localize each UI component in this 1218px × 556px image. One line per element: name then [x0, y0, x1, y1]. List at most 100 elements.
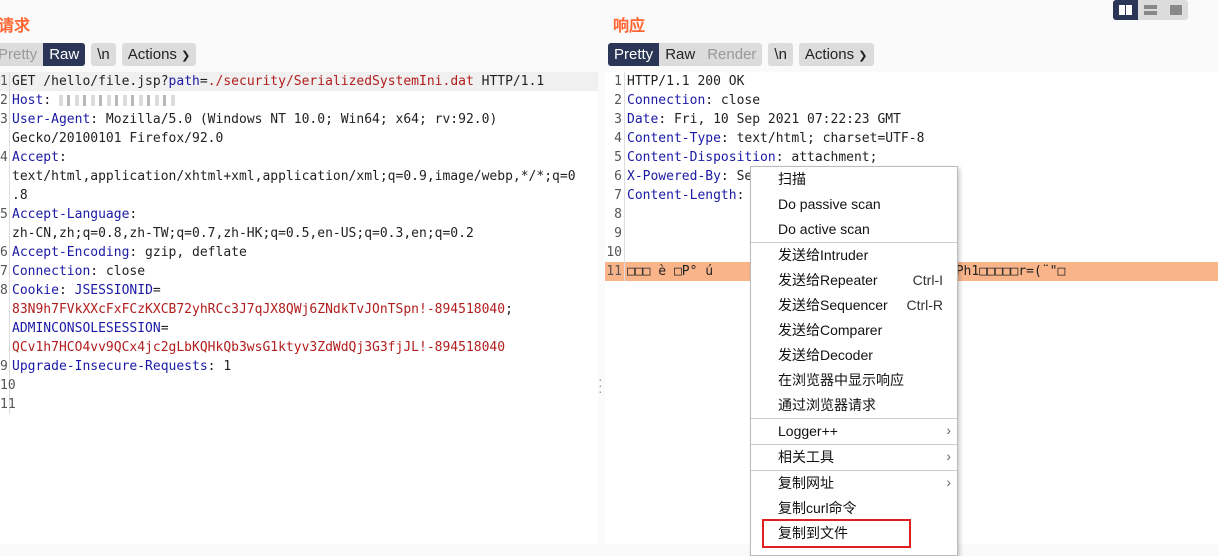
pane-splitter-handle[interactable]: · · ·	[598, 372, 603, 398]
editor-line[interactable]: text/html,application/xhtml+xml,applicat…	[0, 167, 598, 186]
line-text: Content-Disposition: attachment;	[625, 148, 877, 167]
menu-item[interactable]: Do passive scan	[751, 192, 957, 217]
line-text: QCv1h7HCO4vv9QCx4jc2gLbKQHkQb3wsG1ktyv3Z…	[10, 338, 505, 357]
line-number: 10	[0, 376, 16, 395]
line-number: 11	[0, 395, 16, 414]
line-text: text/html,application/xhtml+xml,applicat…	[10, 167, 576, 186]
editor-line[interactable]: 2 Host:	[0, 91, 598, 110]
menu-item[interactable]: 复制curl命令	[751, 496, 957, 521]
editor-line[interactable]: 3 Date: Fri, 10 Sep 2021 07:22:23 GMT	[605, 110, 1218, 129]
single-layout-icon[interactable]	[1163, 0, 1188, 20]
editor-line[interactable]: 6 Accept-Encoding: gzip, deflate	[0, 243, 598, 262]
editor-line[interactable]: 4 Content-Type: text/html; charset=UTF-8	[605, 129, 1218, 148]
tab-raw[interactable]: Raw	[659, 43, 702, 66]
editor-line[interactable]: Gecko/20100101 Firefox/92.0	[0, 129, 598, 148]
line-text	[625, 243, 627, 262]
line-number: 4	[0, 148, 10, 167]
menu-item[interactable]: 发送给Decoder	[751, 343, 957, 368]
editor-line[interactable]: 11	[0, 395, 598, 414]
menu-item-label: 发送给Intruder	[778, 247, 869, 263]
line-number	[0, 224, 10, 243]
text: .8	[12, 188, 28, 203]
tab-pretty[interactable]: Pretty	[0, 43, 44, 66]
line-number: 9	[605, 224, 625, 243]
line-number	[0, 300, 10, 319]
line-text	[625, 205, 627, 224]
header-name: Content-Disposition	[627, 150, 776, 165]
header-name: X-Powered-By	[627, 169, 721, 184]
menu-item[interactable]: Logger++ ›	[751, 419, 957, 464]
editor-line[interactable]: 2 Connection: close	[605, 91, 1218, 110]
editor-line[interactable]: 9 Upgrade-Insecure-Requests: 1	[0, 357, 598, 376]
line-text: Host:	[10, 91, 179, 110]
menu-item[interactable]: 复制网址	[751, 471, 957, 496]
editor-line[interactable]: 1 GET /hello/file.jsp?path=./security/Ser…	[0, 72, 598, 91]
actions-button[interactable]: Actions ❯	[121, 43, 197, 66]
text: zh-CN,zh;q=0.8,zh-TW;q=0.7,zh-HK;q=0.5,e…	[12, 226, 474, 241]
line-text: Accept-Encoding: gzip, deflate	[10, 243, 247, 262]
tab-pretty[interactable]: Pretty	[608, 43, 660, 66]
editor-line[interactable]: QCv1h7HCO4vv9QCx4jc2gLbKQHkQb3wsG1ktyv3Z…	[0, 338, 598, 357]
editor-line[interactable]: ADMINCONSOLESESSION=	[0, 319, 598, 338]
menu-item[interactable]: 相关工具 ›	[751, 445, 957, 490]
menu-item[interactable]: Do active scan	[751, 217, 957, 242]
tab-render[interactable]: Render	[701, 43, 763, 66]
text: HTTP/1.1 200 OK	[627, 74, 745, 89]
editor-line[interactable]: 10	[0, 376, 598, 395]
line-text: HTTP/1.1 200 OK	[625, 72, 744, 91]
editor-line[interactable]: 7 Connection: close	[0, 262, 598, 281]
header-name: ADMINCONSOLESESSION	[12, 321, 161, 336]
menu-item[interactable]: 发送给Sequencer	[751, 293, 957, 318]
layout-mode-buttons	[1113, 0, 1188, 20]
response-title: 响应	[613, 18, 646, 35]
editor-line[interactable]: .8	[0, 186, 598, 205]
menu-item-label: Logger++	[778, 423, 838, 439]
line-text: zh-CN,zh;q=0.8,zh-TW;q=0.7,zh-HK;q=0.5,e…	[10, 224, 474, 243]
line-text: Cookie: JSESSIONID=	[10, 281, 161, 300]
request-editor[interactable]: 1 GET /hello/file.jsp?path=./security/Ser…	[0, 72, 598, 544]
editor-line[interactable]: 3 User-Agent: Mozilla/5.0 (Windows NT 10.…	[0, 110, 598, 129]
line-number: 9	[0, 357, 10, 376]
menu-item[interactable]: 在浏览器中显示响应	[751, 368, 957, 393]
context-menu: 扫描 Do passive scan Do active scan 发送给Intrud…	[750, 166, 958, 556]
text: HTTP/1.1	[473, 74, 545, 89]
request-toolbar: Pretty Raw \n Actions ❯	[0, 43, 197, 66]
editor-line[interactable]: zh-CN,zh;q=0.8,zh-TW;q=0.7,zh-HK;q=0.5,e…	[0, 224, 598, 243]
text: : 1	[207, 359, 232, 374]
menu-item[interactable]: 发送给Repeater Ctrl-R	[751, 268, 957, 313]
text: =	[152, 283, 161, 298]
text: Gecko/20100101 Firefox/92.0	[12, 131, 224, 146]
menu-item-label: Do passive scan	[778, 196, 881, 212]
actions-button[interactable]: Actions ❯	[798, 43, 874, 66]
text: : text/html; charset=UTF-8	[720, 131, 925, 146]
menu-item[interactable]: 发送给Intruder Ctrl-I	[751, 243, 957, 288]
header-name: Connection	[627, 93, 706, 108]
text: =	[199, 74, 208, 89]
newline-toggle[interactable]: \n	[91, 43, 116, 66]
editor-line[interactable]: 83N9h7FVkXXcFxFCzKXCB72yhRCc3J7qJX8QWj6Z…	[0, 300, 598, 319]
line-number: 1	[0, 72, 10, 91]
line-text: Accept:	[10, 148, 67, 167]
menu-item[interactable]: 扫描	[751, 167, 957, 192]
editor-line[interactable]: 1 HTTP/1.1 200 OK	[605, 72, 1218, 91]
text: text/html,application/xhtml+xml,applicat…	[12, 169, 576, 184]
line-text: Accept-Language:	[10, 205, 137, 224]
menu-item[interactable]: 通过浏览器请求 ›	[751, 393, 957, 438]
newline-toggle[interactable]: \n	[768, 43, 793, 66]
side-by-side-layout-icon[interactable]	[1113, 0, 1138, 20]
header-name: Accept-Encoding	[12, 245, 130, 260]
menu-item-label: 通过浏览器请求	[778, 397, 876, 413]
editor-line[interactable]: 5 Accept-Language:	[0, 205, 598, 224]
line-text: GET /hello/file.jsp?path=./security/Seri…	[10, 72, 544, 91]
header-name: Host	[12, 93, 44, 108]
editor-line[interactable]: 5 Content-Disposition: attachment;	[605, 148, 1218, 167]
editor-line[interactable]: 8 Cookie: JSESSIONID=	[0, 281, 598, 300]
stacked-layout-icon[interactable]	[1138, 0, 1163, 20]
tab-raw[interactable]: Raw	[43, 43, 86, 66]
editor-line[interactable]: 4 Accept:	[0, 148, 598, 167]
menu-item[interactable]: 发送给Comparer	[751, 318, 957, 343]
line-number: 5	[0, 205, 10, 224]
menu-item-label: 扫描	[778, 171, 806, 187]
menu-item[interactable]: 复制到文件	[751, 519, 957, 548]
line-text: .8	[10, 186, 28, 205]
